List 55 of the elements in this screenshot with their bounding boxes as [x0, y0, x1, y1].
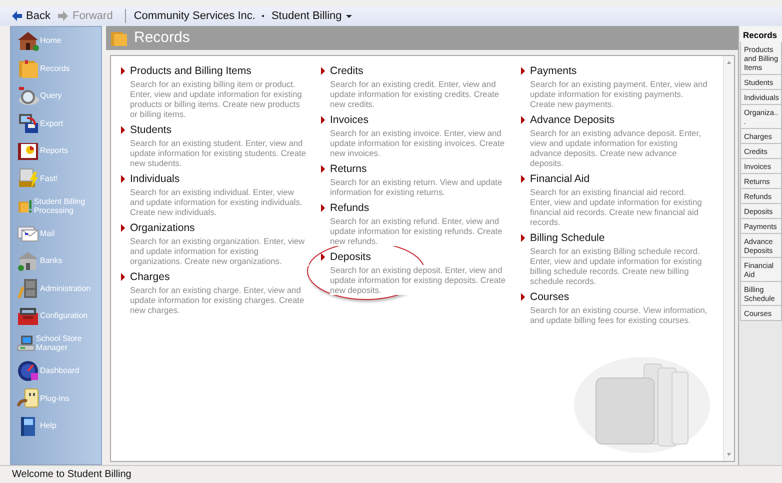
breadcrumb-item[interactable]: Student Billing [271, 10, 342, 22]
record-description: Search for an existing payment. Enter, view and update information for existing payments. Create new payments. [530, 78, 709, 109]
bullet-icon [121, 126, 125, 134]
bullet-icon [121, 66, 125, 75]
gauge-icon[interactable] [17, 360, 39, 382]
nav-button[interactable]: Back [12, 10, 54, 22]
scrollbar[interactable] [723, 56, 734, 462]
back-arrow-icon [12, 11, 22, 22]
record-link[interactable]: Billing Schedule [530, 232, 605, 244]
panel-title: Records [134, 29, 190, 46]
record-link[interactable]: Refunds [330, 202, 370, 214]
scroll-down-icon[interactable] [727, 453, 731, 456]
record-link[interactable]: Payments [530, 64, 577, 77]
status-text: Welcome to Student Billing [12, 469, 132, 480]
bullet-icon [321, 164, 325, 173]
bullet-icon [121, 174, 125, 183]
bullet-icon [521, 234, 525, 242]
bullet-icon [521, 116, 525, 124]
breadcrumb-item[interactable]: Community Services Inc. [134, 10, 256, 22]
bullet-icon [321, 252, 325, 261]
record-description: Search for an existing organization. Enter, view and update information for existing organizations. Create new organizations. [130, 236, 309, 266]
plug-icon[interactable] [17, 387, 39, 410]
record-link[interactable]: Products and Billing Items [130, 64, 252, 77]
cabinet-icon[interactable] [17, 277, 39, 300]
record-link[interactable]: Individuals [130, 172, 180, 185]
record-link[interactable]: Deposits [330, 250, 371, 263]
house-icon[interactable] [17, 30, 39, 52]
bullet-icon [521, 66, 525, 75]
bullet-icon [521, 292, 525, 301]
bullet-icon [121, 224, 125, 232]
papers-icon[interactable] [17, 167, 39, 190]
caret-icon[interactable] [346, 14, 352, 18]
scroll-up-icon[interactable] [727, 60, 731, 64]
folder-icon[interactable] [17, 57, 39, 80]
bullet-icon [321, 116, 325, 124]
record-link[interactable]: Advance Deposits [530, 114, 615, 126]
record-description: Search for an existing course. View information, and update billing fees for existing courses. [530, 304, 709, 325]
bank-icon[interactable] [17, 250, 39, 272]
bullet-icon [321, 66, 325, 75]
record-link[interactable]: Courses [530, 290, 570, 303]
record-description: Search for an existing student. Enter, view and update information for existing students. Create new students. [130, 138, 309, 168]
record-link[interactable]: Students [130, 124, 172, 136]
forward-arrow-icon [58, 11, 68, 22]
record-link[interactable]: Credits [330, 64, 364, 77]
bullet-icon [321, 204, 325, 212]
bullet-icon [121, 272, 125, 281]
magnifier-icon[interactable] [17, 84, 39, 107]
record-link[interactable]: Invoices [330, 114, 369, 126]
computer-icon[interactable] [17, 112, 39, 134]
side-tab-title: Records [740, 26, 782, 42]
record-link[interactable]: Returns [330, 162, 367, 175]
record-link[interactable]: Financial Aid [530, 172, 590, 185]
record-link[interactable]: Charges [130, 270, 170, 283]
record-link[interactable]: Organizations [130, 222, 195, 234]
bullet-icon [521, 174, 525, 183]
